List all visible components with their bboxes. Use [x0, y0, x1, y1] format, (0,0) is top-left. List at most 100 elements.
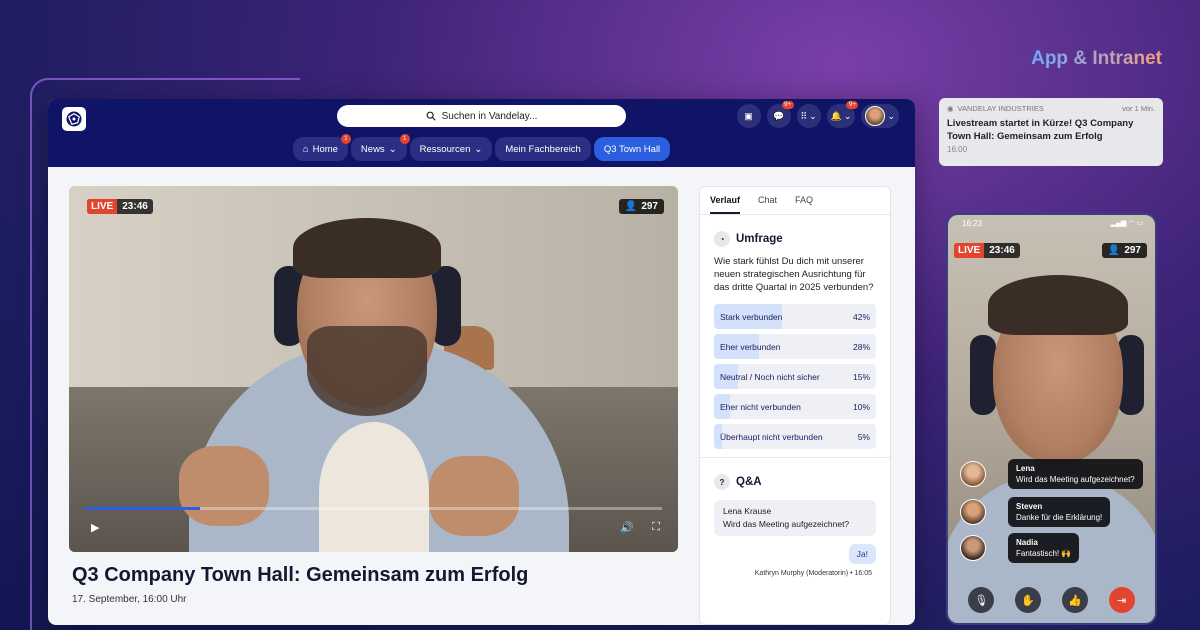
- qa-question-text: Wird das Meeting aufgezeichnet?: [723, 519, 850, 529]
- leave-icon: ⇥: [1117, 594, 1127, 607]
- poll-heading: ◔ Umfrage: [700, 215, 890, 255]
- poll-option[interactable]: Eher nicht verbunden 10%: [714, 394, 876, 419]
- poll-options: Stark verbunden 42% Eher verbunden 28% N…: [700, 294, 890, 449]
- poll-option-label: Neutral / Noch nicht sicher: [720, 371, 820, 382]
- chat-text: Danke für die Erklärung!: [1016, 513, 1103, 522]
- tab-chat[interactable]: Chat: [758, 195, 777, 214]
- apps-grid-icon: ⠿: [800, 110, 808, 121]
- poll-option-percent: 28%: [852, 341, 870, 352]
- fullscreen-icon: ⛶: [652, 521, 660, 533]
- speaker-hair: [293, 218, 441, 278]
- phone-status-time: 16:23: [962, 219, 983, 228]
- person-icon: 👤: [624, 201, 638, 212]
- video-player[interactable]: LIVE 23:46 👤 297 ▶ 🔊 ⛶: [69, 186, 678, 552]
- push-notification[interactable]: ◉ VANDELAY INDUSTRIES vor 1 Min. Livestr…: [939, 98, 1163, 166]
- side-tabs: Verlauf Chat FAQ: [700, 187, 890, 215]
- phone-status-icons: ▂▄▆ ◠ ▭: [1111, 219, 1143, 227]
- poll-option[interactable]: Stark verbunden 42%: [714, 304, 876, 329]
- poll-heading-label: Umfrage: [736, 233, 783, 245]
- video-progress-fill: [85, 507, 201, 510]
- poll-option[interactable]: Überhaupt nicht verbunden 5%: [714, 424, 876, 449]
- qa-question: Lena Krause Wird das Meeting aufgezeichn…: [714, 500, 876, 536]
- live-label: LIVE: [87, 199, 118, 214]
- qa-answer-meta: Kathryn Murphy (Moderatorin) • 16:05: [754, 570, 872, 577]
- notifications-button[interactable]: 🔔 ⌄ 9+: [826, 101, 859, 128]
- leave-button[interactable]: ⇥: [1108, 587, 1135, 613]
- chat-message: Nadia Fantastisch! 🙌: [960, 533, 1080, 563]
- signal-icon: ▂▄▆: [1110, 220, 1127, 227]
- apps-button[interactable]: ⠿ ⌄: [796, 104, 821, 128]
- nav-label: Mein Fachbereich: [505, 143, 581, 155]
- contacts-button[interactable]: ▣: [736, 104, 761, 128]
- tab-verlauf[interactable]: Verlauf: [710, 195, 741, 214]
- nav-item-town-hall[interactable]: Q3 Town Hall: [593, 137, 671, 161]
- avatar: [960, 499, 986, 525]
- viewer-count: 297: [1124, 245, 1141, 256]
- viewer-count-badge: 👤 297: [1101, 243, 1147, 258]
- pie-chart-icon: ◔: [714, 231, 730, 247]
- poll-option-label: Eher verbunden: [720, 341, 781, 352]
- poll-option[interactable]: Eher verbunden 28%: [714, 334, 876, 359]
- globe-logo-icon: ◉: [947, 104, 954, 113]
- poll-option-percent: 15%: [852, 371, 870, 382]
- side-panel: Verlauf Chat FAQ ◔ Umfrage Wie stark füh…: [699, 186, 891, 625]
- profile-menu[interactable]: ⌄: [861, 104, 899, 128]
- nav-item-ressourcen[interactable]: Ressourcen ⌄: [409, 137, 493, 161]
- speaker-hand-right: [429, 456, 519, 536]
- nav-label: Home: [312, 143, 338, 155]
- speaker-hair: [988, 275, 1128, 335]
- promo-title: App & Intranet: [1031, 48, 1162, 69]
- nav-label: News: [360, 143, 385, 155]
- qa-heading-label: Q&A: [736, 476, 762, 488]
- video-progress-bar[interactable]: [85, 507, 662, 510]
- notification-text: Livestream startet in Kürze! Q3 Company …: [947, 118, 1134, 142]
- live-badge: LIVE 23:46: [87, 199, 153, 214]
- speaker-shirt: [319, 422, 429, 552]
- live-time: 23:46: [122, 201, 148, 212]
- raise-hand-button[interactable]: ✋: [1015, 587, 1042, 613]
- play-button[interactable]: ▶: [91, 521, 99, 534]
- search-input[interactable]: Suchen in Vandelay...: [337, 105, 626, 127]
- chat-button[interactable]: 💬 9+: [766, 101, 794, 128]
- nav-badge: 1: [340, 134, 351, 144]
- home-icon: ⌂: [302, 143, 309, 155]
- nav-item-fachbereich[interactable]: Mein Fachbereich: [495, 137, 591, 161]
- viewer-count: 297: [641, 201, 658, 212]
- like-button[interactable]: 👍: [1061, 587, 1088, 613]
- chat-bubble: Lena Wird das Meeting aufgezeichnet?: [1008, 459, 1143, 489]
- qa-answer: Ja!: [848, 544, 876, 564]
- poll-option-percent: 42%: [852, 311, 870, 322]
- chevron-down-icon: ⌄: [809, 110, 817, 121]
- poll-option-label: Eher nicht verbunden: [720, 401, 801, 412]
- notification-age: vor 1 Min.: [1122, 104, 1155, 113]
- chat-text: Fantastisch! 🙌: [1016, 549, 1072, 558]
- poll-option-label: Stark verbunden: [720, 311, 783, 322]
- nav-item-home[interactable]: ⌂ Home 1: [292, 134, 351, 161]
- viewer-count-badge: 👤 297: [618, 199, 664, 214]
- tab-faq[interactable]: FAQ: [795, 195, 813, 214]
- chat-author: Nadia: [1016, 538, 1038, 547]
- search-placeholder: Suchen in Vandelay...: [441, 110, 538, 122]
- live-time: 23:46: [989, 245, 1015, 256]
- desktop-window: Suchen in Vandelay... ▣ 💬 9+ ⠿ ⌄ 🔔 ⌄ 9+ …: [48, 99, 915, 625]
- bell-icon: 🔔: [830, 110, 842, 121]
- chat-bubble: Steven Danke für die Erklärung!: [1008, 497, 1111, 527]
- vandelay-logo[interactable]: [62, 107, 86, 131]
- chevron-down-icon: ⌄: [843, 110, 852, 121]
- chat-message: Lena Wird das Meeting aufgezeichnet?: [960, 459, 1143, 489]
- header-actions: ▣ 💬 9+ ⠿ ⌄ 🔔 ⌄ 9+ ⌄: [736, 101, 899, 128]
- contacts-icon: ▣: [744, 110, 753, 121]
- chevron-down-icon: ⌄: [388, 143, 397, 155]
- volume-button[interactable]: 🔊: [620, 521, 634, 534]
- poll-option[interactable]: Neutral / Noch nicht sicher 15%: [714, 364, 876, 389]
- mute-button[interactable]: 🎙: [968, 587, 995, 613]
- nav-label: Ressourcen: [419, 143, 471, 155]
- chat-badge: 9+: [781, 101, 794, 109]
- nav-item-news[interactable]: News ⌄ 1: [350, 134, 410, 161]
- fullscreen-button[interactable]: ⛶: [652, 521, 660, 534]
- notification-source-label: VANDELAY INDUSTRIES: [957, 104, 1044, 113]
- wifi-icon: ◠: [1128, 220, 1135, 227]
- chat-author: Lena: [1016, 464, 1035, 473]
- qa-heading: ? Q&A: [700, 458, 890, 498]
- nav-badge: 1: [399, 134, 410, 144]
